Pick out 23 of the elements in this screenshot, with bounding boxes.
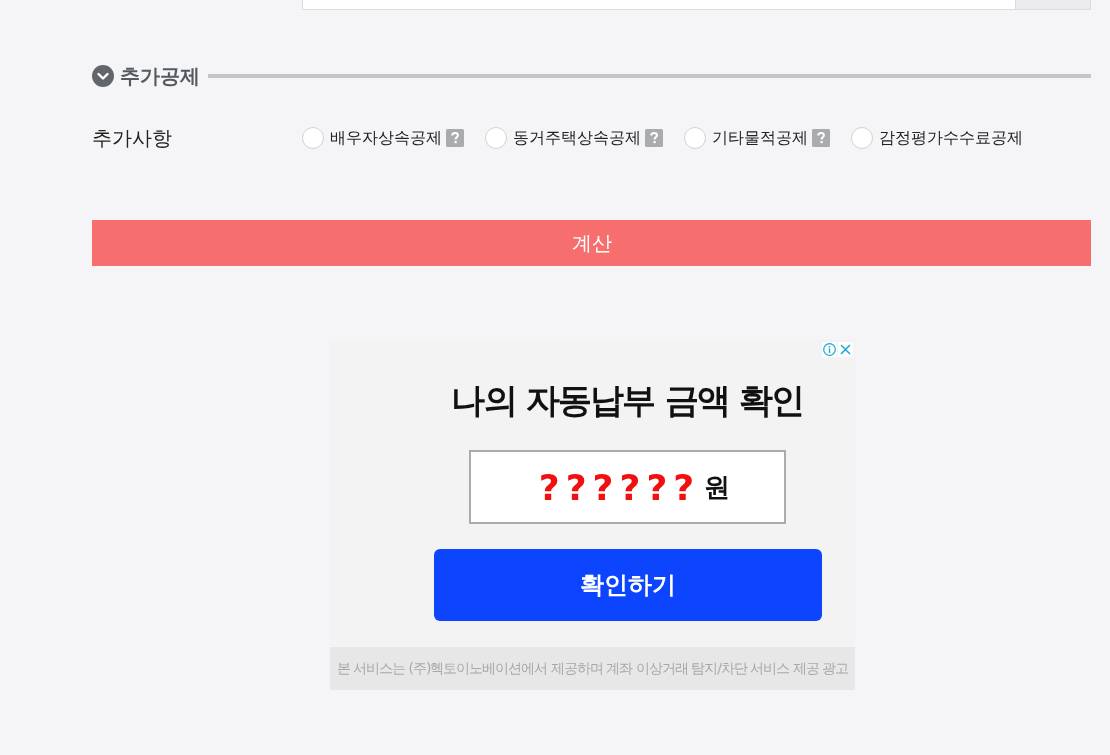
help-icon[interactable] [645, 129, 663, 147]
close-icon[interactable] [838, 342, 853, 357]
field-side-button[interactable] [1016, 0, 1091, 10]
help-icon[interactable] [812, 129, 830, 147]
info-icon[interactable] [822, 342, 837, 357]
confirm-button[interactable]: 확인하기 [433, 549, 822, 621]
radio-button[interactable] [302, 127, 324, 149]
radio-label[interactable]: 감정평가수수료공제 [879, 127, 1023, 149]
radio-button[interactable] [851, 127, 873, 149]
currency-unit: 원 [704, 470, 731, 504]
radio-button[interactable] [684, 127, 706, 149]
amount-text: ?????? [538, 466, 701, 508]
radio-button[interactable] [485, 127, 507, 149]
radio-label[interactable]: 배우자상속공제 [330, 127, 442, 149]
radio-label[interactable]: 동거주택상속공제 [513, 127, 641, 149]
section-title: 추가공제 [120, 63, 200, 90]
input-field[interactable] [302, 0, 1016, 10]
ad-disclaimer: 본 서비스는 (주)헥토이노베이션에서 제공하며 계좌 이상거래 탐지/차단 서비스 제공 광고 [336, 659, 849, 678]
help-icon[interactable] [446, 129, 464, 147]
chevron-down-icon[interactable] [92, 65, 114, 87]
row-label: 추가사항 [92, 126, 172, 150]
ad-headline: 나의 자동납부 금액 확인 [451, 380, 804, 420]
radio-label[interactable]: 기타물적공제 [712, 127, 808, 149]
